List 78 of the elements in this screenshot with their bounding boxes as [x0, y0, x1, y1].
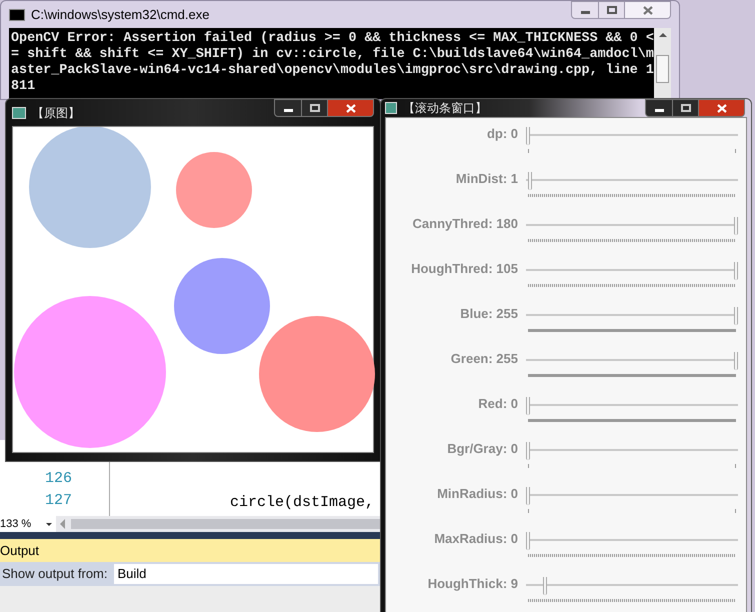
slider-track[interactable]: [526, 307, 738, 325]
output-source-field[interactable]: Build: [114, 564, 378, 584]
output-header: Output: [0, 539, 380, 562]
close-button[interactable]: [625, 1, 671, 19]
slider-track[interactable]: [526, 532, 738, 550]
maximize-icon: [310, 104, 320, 112]
slider-track[interactable]: [526, 217, 738, 235]
slider-thumb[interactable]: [526, 442, 530, 460]
trackbar-label: Blue: 255: [459, 306, 518, 322]
slider-thumb[interactable]: [526, 397, 530, 415]
maximize-button[interactable]: [302, 99, 328, 117]
trackbar-label: HoughThick: 9: [426, 576, 518, 592]
slider-thumb[interactable]: [734, 262, 738, 280]
minimize-icon: [580, 11, 590, 14]
tick-mark: [528, 509, 529, 513]
trackbar-label: CannyThred: 180: [412, 216, 518, 232]
trackbar-label: MaxRadius: 0: [433, 531, 518, 547]
tick-mark: [735, 464, 736, 468]
tick-mark: [735, 509, 736, 513]
line-number: 126: [44, 469, 72, 489]
maximize-icon: [680, 104, 690, 112]
trackbar-label: HoughThred: 105: [410, 261, 518, 277]
scroll-up-icon[interactable]: [658, 33, 666, 37]
slider-thumb[interactable]: [734, 307, 738, 325]
slider-thumb[interactable]: [542, 577, 547, 595]
console-line: 811: [11, 79, 36, 95]
tick-mark: [735, 149, 736, 153]
close-icon: [642, 6, 652, 14]
maximize-icon: [606, 6, 616, 14]
trackbar-label: MinDist: 1: [454, 171, 518, 187]
minimize-icon: [654, 109, 664, 112]
window-icon: [385, 102, 397, 114]
close-button[interactable]: [699, 99, 745, 117]
slider-track[interactable]: [526, 352, 738, 370]
minimize-icon: [284, 109, 292, 112]
zoom-dropdown[interactable]: 133 %: [0, 516, 56, 532]
window-icon: [12, 106, 26, 118]
output-source-label: Show output from:: [2, 565, 108, 584]
window-title: 【原图】: [32, 104, 80, 122]
slider-track[interactable]: [526, 442, 738, 460]
minimize-button[interactable]: [645, 99, 673, 117]
console-line: aster_PackSlave-win64-vc14-shared\opencv\modules\imgproc\src\drawing.cpp, line 1: [11, 63, 654, 79]
close-icon: [716, 104, 726, 112]
slider-thumb[interactable]: [526, 127, 530, 145]
slider-track[interactable]: [526, 487, 738, 505]
trackbar-label: MinRadius: 0: [436, 486, 518, 502]
console-icon: [9, 8, 25, 20]
caret-icon: [46, 522, 52, 526]
slider-thumb[interactable]: [528, 172, 532, 190]
window-title: 【滚动条窗口】: [403, 100, 487, 117]
tick-mark: [528, 464, 529, 468]
window-title: C:\windows\system32\cmd.exe: [31, 6, 210, 24]
slider-track[interactable]: [526, 262, 738, 280]
maximize-button[interactable]: [599, 1, 625, 19]
slider-track[interactable]: [526, 172, 738, 190]
horizontal-scrollbar[interactable]: [71, 519, 380, 529]
trackbar-label: Red: 0: [477, 396, 518, 412]
minimize-button[interactable]: [274, 99, 302, 117]
slider-track[interactable]: [526, 397, 738, 415]
slider-track[interactable]: [526, 127, 738, 145]
close-icon: [346, 104, 356, 112]
console-line: OpenCV Error: Assertion failed (radius >= 0 && thickness <= MAX_THICKNESS && 0 <: [11, 31, 654, 47]
slider-thumb[interactable]: [734, 217, 738, 235]
maximize-button[interactable]: [673, 99, 699, 117]
scroll-thumb[interactable]: [656, 55, 669, 83]
slider-thumb[interactable]: [526, 532, 530, 550]
slider-track[interactable]: [526, 577, 738, 595]
trackbar-label: Green: 255: [450, 351, 518, 367]
code-line: circle(dstImage,: [230, 494, 374, 511]
console-line: = shift && shift <= XY_SHIFT) in cv::circle, file C:\buildslave64\win64_amdocl\m: [11, 47, 654, 63]
line-number: 127: [44, 491, 72, 511]
close-button[interactable]: [328, 99, 374, 117]
slider-thumb[interactable]: [734, 352, 738, 370]
trackbar-label: Bgr/Gray: 0: [446, 441, 518, 457]
slider-thumb[interactable]: [526, 487, 530, 505]
vertical-scrollbar[interactable]: [654, 28, 671, 99]
trackbar-label: dp: 0: [486, 126, 518, 142]
tick-mark: [528, 149, 529, 153]
